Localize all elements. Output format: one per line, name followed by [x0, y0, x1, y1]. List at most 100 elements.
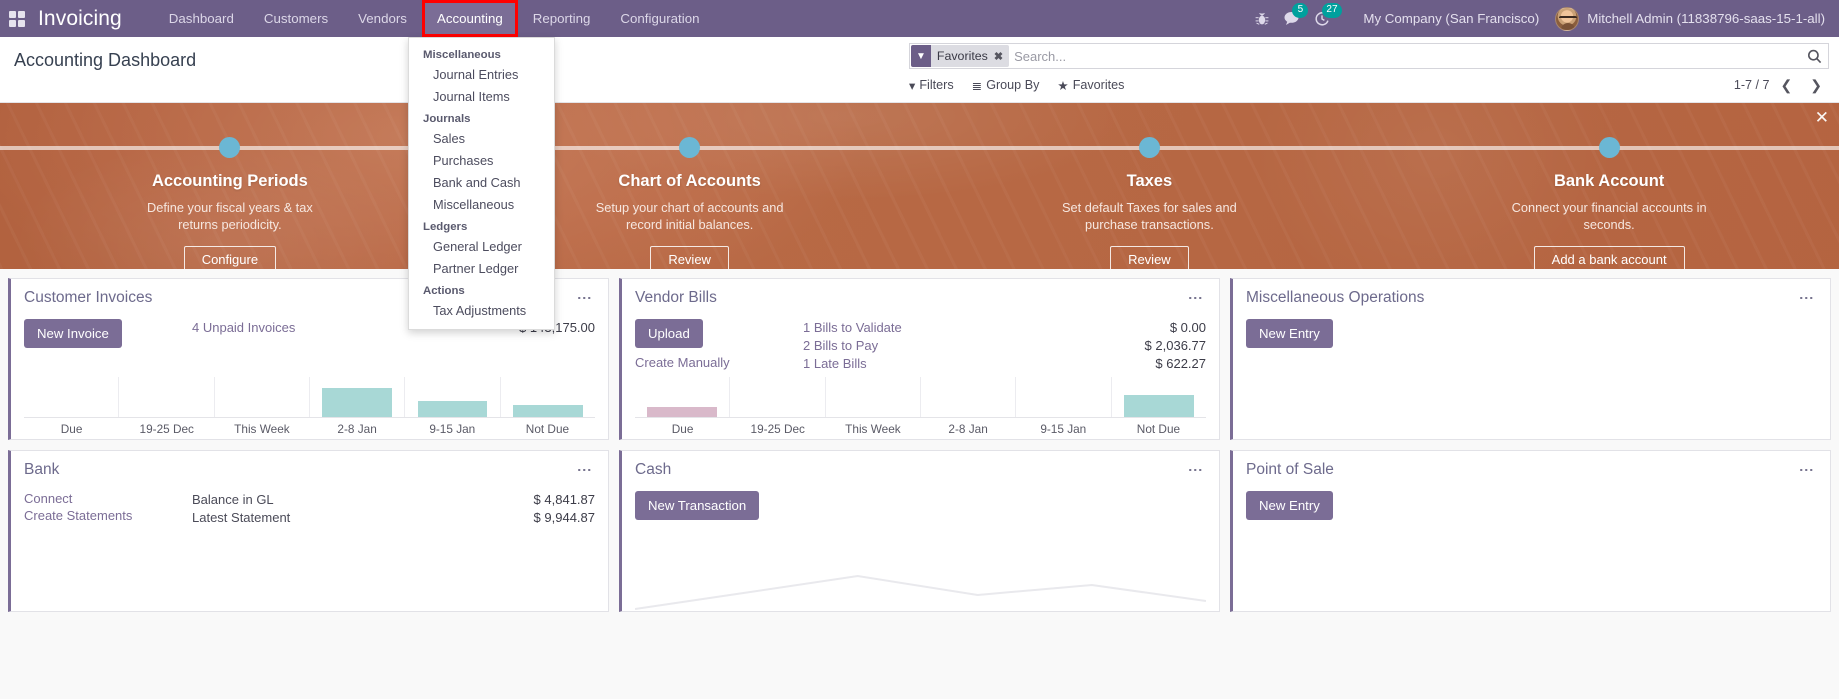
favorites-button[interactable]: ★ Favorites: [1057, 77, 1134, 94]
connect-link[interactable]: Connect: [24, 491, 174, 506]
dropdown-item-miscellaneous[interactable]: Miscellaneous: [409, 194, 554, 216]
kebab-menu-icon[interactable]: ⋮: [1186, 461, 1206, 479]
new-entry-button[interactable]: New Entry: [1246, 319, 1333, 348]
bar-cell: [635, 377, 729, 417]
card-title[interactable]: Customer Invoices: [24, 289, 152, 307]
x-label: 9-15 Jan: [429, 422, 476, 436]
create-manually-link[interactable]: Create Manually: [635, 355, 785, 370]
bar-cell: [919, 377, 1015, 417]
bar-cell: [308, 377, 404, 417]
remove-facet-icon[interactable]: ✖: [991, 45, 1010, 67]
user-menu[interactable]: Mitchell Admin (11838796-saas-15-1-all): [1555, 6, 1831, 31]
card-title[interactable]: Bank: [24, 461, 59, 479]
menu-item-vendors[interactable]: Vendors: [343, 0, 422, 37]
dropdown-item-tax-adjustments[interactable]: Tax Adjustments: [409, 300, 554, 322]
menu-item-configuration[interactable]: Configuration: [605, 0, 714, 37]
latest-statement-label: Latest Statement: [192, 510, 291, 525]
review-chart-of-accounts-button[interactable]: Review: [650, 246, 729, 269]
create-statements-link[interactable]: Create Statements: [24, 508, 174, 523]
card-title[interactable]: Vendor Bills: [635, 289, 717, 307]
kebab-menu-icon[interactable]: ⋮: [575, 289, 595, 307]
card-actions: Upload Create Manually: [635, 319, 785, 372]
group-by-button[interactable]: ≣ Group By: [972, 77, 1050, 94]
bills-to-pay-link[interactable]: 2 Bills to Pay: [803, 337, 902, 354]
step-title: Accounting Periods: [151, 172, 308, 190]
bar: [647, 406, 718, 417]
control-panel: Accounting Dashboard ▼ Favorites ✖ ▾: [0, 37, 1839, 103]
step-dot-icon: [219, 137, 241, 158]
main-menu: Dashboard Customers Vendors Accounting R…: [154, 0, 715, 37]
dropdown-section-actions: Actions: [423, 285, 465, 297]
customer-invoices-bar-chart: Due 19-25 Dec This Week 2-8 Jan 9-15 Jan…: [24, 377, 595, 439]
search-facet-favorites[interactable]: ▼ Favorites ✖: [911, 45, 1010, 67]
dropdown-item-general-ledger[interactable]: General Ledger: [409, 236, 554, 258]
unpaid-invoices-link[interactable]: 4 Unpaid Invoices: [192, 319, 295, 336]
menu-item-accounting[interactable]: Accounting: [421, 0, 518, 37]
card-title[interactable]: Cash: [635, 461, 671, 479]
chevron-right-icon[interactable]: ❯: [1803, 77, 1829, 94]
dropdown-item-sales[interactable]: Sales: [409, 128, 554, 150]
step-dot-icon: [1598, 137, 1620, 158]
new-invoice-button[interactable]: New Invoice: [24, 319, 122, 348]
kebab-menu-icon[interactable]: ⋮: [575, 461, 595, 479]
filters-label: Filters: [919, 78, 954, 92]
x-label: 19-25 Dec: [139, 422, 194, 436]
dropdown-item-journal-items[interactable]: Journal Items: [409, 86, 554, 108]
onboarding-step-bank-account: Bank Account Connect your financial acco…: [1379, 103, 1839, 269]
card-title[interactable]: Miscellaneous Operations: [1246, 289, 1424, 307]
new-transaction-button[interactable]: New Transaction: [635, 491, 760, 520]
card-row-top: Customer Invoices ⋮ New Invoice 4 Unpaid…: [8, 278, 1831, 440]
card-header: Miscellaneous Operations ⋮: [1246, 289, 1817, 307]
magnifier-icon[interactable]: [1801, 49, 1822, 64]
chevron-left-icon[interactable]: ❮: [1774, 77, 1800, 94]
kebab-menu-icon[interactable]: ⋮: [1186, 289, 1206, 307]
app-brand-title[interactable]: Invoicing: [34, 7, 132, 31]
menu-item-dashboard[interactable]: Dashboard: [154, 0, 249, 37]
chat-bubble-icon[interactable]: 5: [1277, 0, 1309, 37]
card-title[interactable]: Point of Sale: [1246, 461, 1334, 479]
chart-bars: [24, 377, 595, 418]
dropdown-section-ledgers: Ledgers: [423, 221, 468, 233]
bug-icon[interactable]: [1247, 0, 1277, 37]
facet-label: Favorites: [930, 45, 992, 67]
bar-cell: [499, 377, 595, 417]
avatar: [1555, 6, 1580, 31]
filters-button[interactable]: ▾ Filters: [909, 77, 964, 94]
menu-item-customers[interactable]: Customers: [249, 0, 343, 37]
card-stats: Balance in GL Latest Statement $ 4,841.8…: [174, 491, 595, 526]
chart-x-labels: Due 19-25 Dec This Week 2-8 Jan 9-15 Jan…: [635, 418, 1206, 436]
dropdown-item-partner-ledger[interactable]: Partner Ledger: [409, 258, 554, 280]
bills-to-validate-link[interactable]: 1 Bills to Validate: [803, 319, 902, 336]
clock-icon[interactable]: 27: [1307, 0, 1342, 37]
user-name-label: Mitchell Admin (11838796-saas-15-1-all): [1587, 11, 1825, 26]
top-navbar: Invoicing Dashboard Customers Vendors Ac…: [0, 0, 1839, 37]
add-bank-account-button[interactable]: Add a bank account: [1533, 246, 1685, 269]
chart-x-labels: Due 19-25 Dec This Week 2-8 Jan 9-15 Jan…: [24, 418, 595, 436]
bar: [512, 405, 583, 417]
company-switcher[interactable]: My Company (San Francisco): [1337, 11, 1555, 26]
new-entry-button[interactable]: New Entry: [1246, 491, 1333, 520]
close-icon[interactable]: ✕: [1815, 109, 1829, 126]
searchbar[interactable]: ▼ Favorites ✖: [909, 43, 1829, 69]
stat-label-column: 1 Bills to Validate 2 Bills to Pay 1 Lat…: [803, 319, 902, 372]
search-input[interactable]: [1009, 48, 1801, 64]
activities-badge: 27: [1322, 3, 1342, 18]
dashboard-cards: Customer Invoices ⋮ New Invoice 4 Unpaid…: [0, 269, 1839, 612]
step-description: Setup your chart of accounts and record …: [595, 200, 784, 232]
dropdown-item-purchases[interactable]: Purchases: [409, 150, 554, 172]
kebab-menu-icon[interactable]: ⋮: [1797, 461, 1817, 479]
kebab-menu-icon[interactable]: ⋮: [1797, 289, 1817, 307]
upload-button[interactable]: Upload: [635, 319, 703, 348]
dropdown-item-bank-and-cash[interactable]: Bank and Cash: [409, 172, 554, 194]
bar: [417, 401, 488, 417]
menu-item-reporting[interactable]: Reporting: [518, 0, 606, 37]
dropdown-item-journal-entries[interactable]: Journal Entries: [409, 64, 554, 86]
dropdown-section-journals: Journals: [423, 113, 471, 125]
late-bills-link[interactable]: 1 Late Bills: [803, 355, 902, 372]
x-label: This Week: [234, 422, 290, 436]
configure-button[interactable]: Configure: [183, 246, 277, 269]
apps-grid-icon[interactable]: [0, 0, 34, 37]
step-description: Define your fiscal years & tax returns p…: [147, 200, 313, 232]
step-description: Connect your financial accounts in secon…: [1511, 200, 1707, 232]
review-taxes-button[interactable]: Review: [1110, 246, 1189, 269]
